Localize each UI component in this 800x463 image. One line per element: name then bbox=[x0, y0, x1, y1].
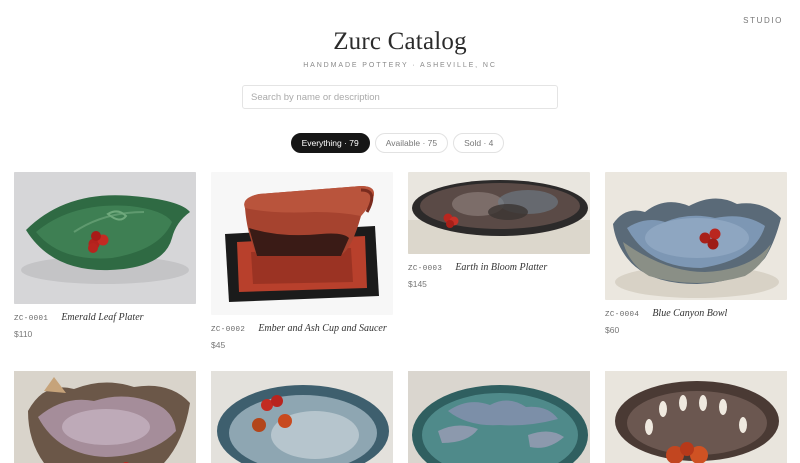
product-card[interactable] bbox=[14, 371, 196, 463]
product-sku: ZC-0003 bbox=[408, 265, 443, 273]
product-photo[interactable] bbox=[211, 371, 393, 463]
product-card[interactable]: ZC-0001 Emerald Leaf Plater $110 bbox=[14, 172, 196, 350]
product-photo[interactable] bbox=[211, 172, 393, 315]
product-price: $60 bbox=[605, 325, 620, 335]
filter-chips: Everything · 79 Available · 75 Sold · 4 bbox=[0, 133, 800, 153]
product-card[interactable] bbox=[408, 371, 590, 463]
product-sku: ZC-0002 bbox=[211, 326, 246, 334]
product-photo[interactable] bbox=[408, 172, 590, 254]
product-card[interactable] bbox=[605, 371, 787, 463]
product-photo[interactable] bbox=[14, 371, 196, 463]
product-name[interactable]: Earth in Bloom Platter bbox=[455, 262, 547, 273]
product-grid: ZC-0001 Emerald Leaf Plater $110 ZC-0002… bbox=[14, 172, 787, 350]
product-grid-row-2 bbox=[14, 371, 787, 463]
product-price: $145 bbox=[408, 279, 427, 289]
product-price: $45 bbox=[211, 340, 226, 350]
product-photo[interactable] bbox=[408, 371, 590, 463]
product-name[interactable]: Ember and Ash Cup and Saucer bbox=[258, 323, 386, 334]
product-price: $110 bbox=[14, 329, 33, 339]
page-title: Zurc Catalog bbox=[333, 28, 467, 55]
page-subtitle: HANDMADE POTTERY · ASHEVILLE, NC bbox=[303, 62, 497, 69]
filter-available[interactable]: Available · 75 bbox=[374, 133, 449, 153]
product-sku: ZC-0001 bbox=[14, 315, 49, 323]
product-name[interactable]: Blue Canyon Bowl bbox=[652, 308, 727, 319]
product-card[interactable]: ZC-0004 Blue Canyon Bowl $60 bbox=[605, 172, 787, 350]
filter-everything[interactable]: Everything · 79 bbox=[290, 133, 370, 153]
product-card[interactable]: ZC-0003 Earth in Bloom Platter $145 bbox=[408, 172, 590, 350]
product-photo[interactable] bbox=[605, 172, 787, 300]
product-photo[interactable] bbox=[14, 172, 196, 304]
filter-sold[interactable]: Sold · 4 bbox=[453, 133, 505, 153]
product-card[interactable] bbox=[211, 371, 393, 463]
product-name[interactable]: Emerald Leaf Plater bbox=[61, 312, 143, 323]
product-photo[interactable] bbox=[605, 371, 787, 463]
catalog-header: Zurc Catalog HANDMADE POTTERY · ASHEVILL… bbox=[0, 28, 800, 69]
product-sku: ZC-0004 bbox=[605, 311, 640, 319]
product-card[interactable]: ZC-0002 Ember and Ash Cup and Saucer $45 bbox=[211, 172, 393, 350]
search-input[interactable] bbox=[242, 85, 558, 109]
studio-link[interactable]: STUDIO bbox=[743, 16, 783, 25]
